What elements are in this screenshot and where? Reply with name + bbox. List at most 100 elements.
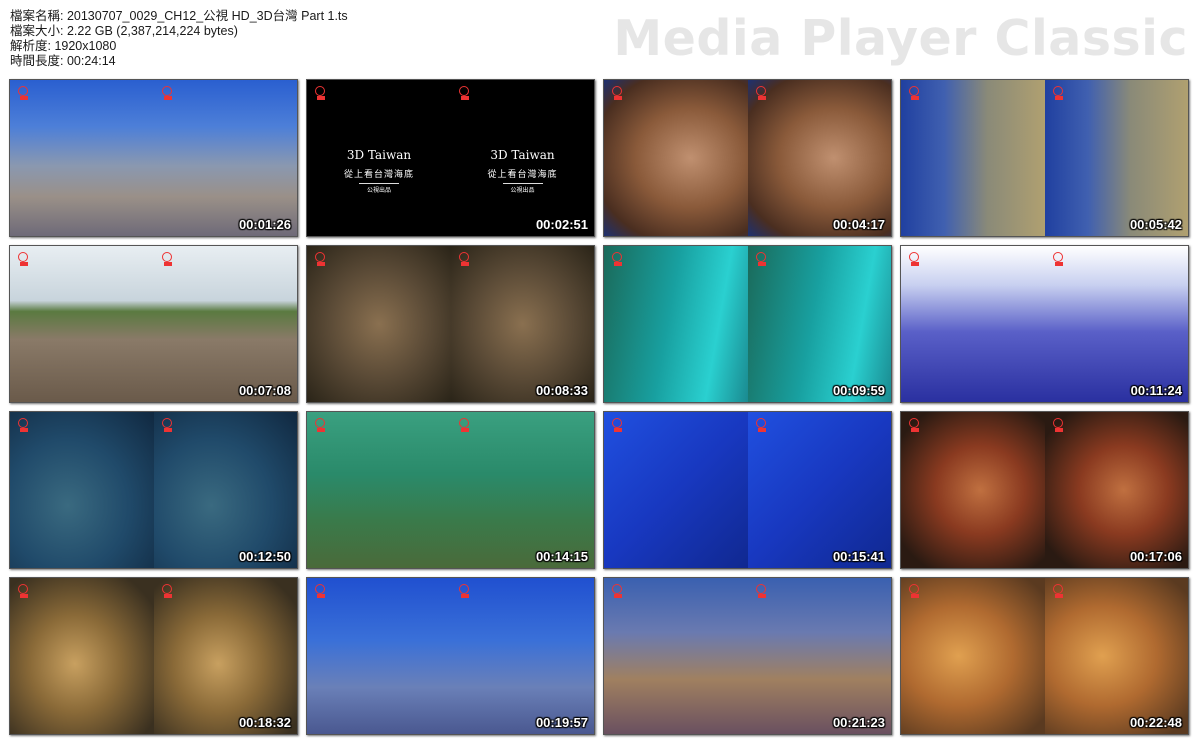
channel-logo-icon: [754, 86, 768, 100]
thumbnail-surface-silhouette: 00:11:24: [900, 245, 1189, 403]
stereo-frame-left: [10, 80, 154, 236]
stereo-frame-right: [1044, 578, 1188, 734]
channel-logo-icon: [16, 252, 30, 266]
channel-logo-icon: [313, 584, 327, 598]
stereo-frame-right: [1044, 412, 1188, 568]
stereo-frame-left: 3D Taiwan 從上看台灣海底 公視出品: [307, 80, 451, 236]
timestamp-label: 00:02:51: [535, 217, 588, 232]
timestamp-label: 00:18:32: [238, 715, 291, 730]
stereo-frame-left: [10, 246, 154, 402]
file-info: 檔案名稱: 20130707_0029_CH12_公視 HD_3D台灣 Part…: [10, 9, 348, 69]
channel-logo-icon: [160, 86, 174, 100]
timestamp-label: 00:07:08: [238, 383, 291, 398]
stereo-frame-right: 3D Taiwan 從上看台灣海底 公視出品: [450, 80, 594, 236]
channel-logo-icon: [1051, 252, 1065, 266]
timestamp-label: 00:22:48: [1129, 715, 1182, 730]
stereo-frame-left: [901, 412, 1045, 568]
channel-logo-icon: [907, 86, 921, 100]
title-card-caption: 公視出品: [502, 183, 543, 194]
stereo-frame-right: [153, 80, 297, 236]
channel-logo-icon: [457, 252, 471, 266]
channel-logo-icon: [457, 418, 471, 432]
app-watermark: Media Player Classic: [613, 10, 1188, 67]
stereo-frame-right: [747, 246, 891, 402]
stereo-frame-right: [153, 412, 297, 568]
channel-logo-icon: [313, 418, 327, 432]
file-resolution: 解析度: 1920x1080: [10, 39, 117, 53]
thumbnail-coral-bommie: 00:21:23: [603, 577, 892, 735]
thumbnail-title-card: 3D Taiwan 從上看台灣海底 公視出品 3D Taiwan 從上看台灣海底 公視出品…: [306, 79, 595, 237]
stereo-frame-left: [604, 578, 748, 734]
channel-logo-icon: [313, 86, 327, 100]
channel-logo-icon: [610, 252, 624, 266]
stereo-frame-left: [901, 80, 1045, 236]
thumbnail-giant-clam: 00:18:32: [9, 577, 298, 735]
stereo-frame-right: [747, 412, 891, 568]
stereo-frame-left: [307, 412, 451, 568]
stereo-frame-right: [747, 80, 891, 236]
thumbnail-diver: 00:15:41: [603, 411, 892, 569]
channel-logo-icon: [610, 418, 624, 432]
channel-logo-icon: [1051, 584, 1065, 598]
timestamp-label: 00:08:33: [535, 383, 588, 398]
thumbnail-shore-debris: 00:07:08: [9, 245, 298, 403]
channel-logo-icon: [313, 252, 327, 266]
file-size: 檔案大小: 2.22 GB (2,387,214,224 bytes): [10, 24, 238, 38]
stereo-frame-right: [1044, 80, 1188, 236]
thumbnail-green-water: 00:14:15: [306, 411, 595, 569]
stereo-frame-right: [153, 246, 297, 402]
thumbnail-feather-worm: 00:17:06: [900, 411, 1189, 569]
timestamp-label: 00:09:59: [832, 383, 885, 398]
channel-logo-icon: [754, 252, 768, 266]
stereo-frame-left: [10, 578, 154, 734]
timestamp-label: 00:17:06: [1129, 549, 1182, 564]
stereo-frame-right: [747, 578, 891, 734]
channel-logo-icon: [457, 86, 471, 100]
channel-logo-icon: [16, 584, 30, 598]
stereo-frame-right: [450, 578, 594, 734]
timestamp-label: 00:12:50: [238, 549, 291, 564]
channel-logo-icon: [160, 584, 174, 598]
channel-logo-icon: [754, 584, 768, 598]
channel-logo-icon: [907, 252, 921, 266]
channel-logo-icon: [16, 86, 30, 100]
title-card-text: 3D Taiwan 從上看台灣海底 公視出品: [339, 148, 419, 194]
channel-logo-icon: [754, 418, 768, 432]
thumbnail-soft-coral: 00:04:17: [603, 79, 892, 237]
stereo-frame-right: [153, 578, 297, 734]
stereo-frame-right: [450, 246, 594, 402]
timestamp-label: 00:19:57: [535, 715, 588, 730]
stereo-frame-right: [450, 412, 594, 568]
timestamp-label: 00:11:24: [1130, 383, 1182, 398]
timestamp-label: 00:21:23: [832, 715, 885, 730]
thumbnail-fish-school: 00:12:50: [9, 411, 298, 569]
channel-logo-icon: [160, 418, 174, 432]
channel-logo-icon: [907, 584, 921, 598]
channel-logo-icon: [610, 584, 624, 598]
file-duration: 時間長度: 00:24:14: [10, 54, 116, 68]
title-card-subtitle: 從上看台灣海底: [343, 170, 414, 180]
stereo-frame-left: [307, 578, 451, 734]
channel-logo-icon: [1051, 418, 1065, 432]
channel-logo-icon: [160, 252, 174, 266]
stereo-frame-left: [307, 246, 451, 402]
thumbnail-reef-fish: 00:01:26: [9, 79, 298, 237]
thumbnail-orange-corals: 00:22:48: [900, 577, 1189, 735]
channel-logo-icon: [907, 418, 921, 432]
channel-logo-icon: [457, 584, 471, 598]
stereo-frame-right: [1044, 246, 1188, 402]
timestamp-label: 00:05:42: [1129, 217, 1182, 232]
stereo-frame-left: [901, 578, 1045, 734]
channel-logo-icon: [16, 418, 30, 432]
file-name: 檔案名稱: 20130707_0029_CH12_公視 HD_3D台灣 Part…: [10, 9, 348, 23]
stereo-frame-left: [604, 246, 748, 402]
timestamp-label: 00:14:15: [535, 549, 588, 564]
thumbnail-dark-reef: 00:08:33: [306, 245, 595, 403]
thumbnail-grid: 00:01:26 3D Taiwan 從上看台灣海底 公視出品 3D Taiwan 從上看…: [9, 79, 1189, 735]
timestamp-label: 00:15:41: [832, 549, 885, 564]
title-card-title: 3D Taiwan: [346, 148, 412, 162]
stereo-frame-left: [10, 412, 154, 568]
stereo-frame-left: [901, 246, 1045, 402]
stereo-frame-left: [604, 80, 748, 236]
thumbnail-reef-wall: 00:05:42: [900, 79, 1189, 237]
